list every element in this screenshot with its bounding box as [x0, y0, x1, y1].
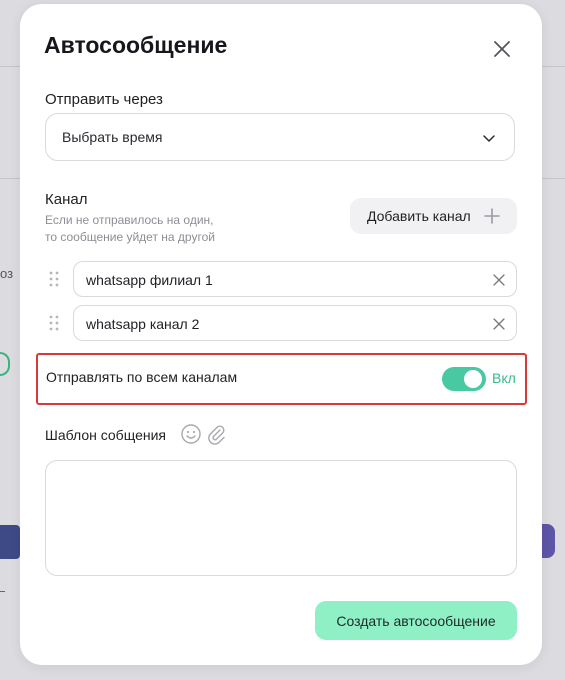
close-icon — [494, 41, 510, 57]
chevron-down-icon — [483, 135, 495, 142]
modal-title: Автосообщение — [44, 32, 228, 58]
remove-channel-icon[interactable] — [492, 273, 506, 287]
send-via-value: Выбрать время — [62, 129, 163, 145]
plus-icon — [484, 208, 500, 224]
send-via-label: Отправить через — [45, 91, 163, 108]
template-label: Шаблон собщения — [45, 427, 166, 443]
background-button — [0, 525, 20, 559]
background-dash — [0, 591, 5, 592]
send-all-channels-toggle[interactable] — [442, 367, 486, 391]
toggle-state-label: Вкл — [492, 370, 516, 386]
send-via-select[interactable]: Выбрать время — [45, 113, 515, 161]
channel-hint-line2: то сообщение уйдет на другой — [45, 230, 215, 244]
channel-field[interactable]: whatsapp канал 2 — [73, 305, 517, 341]
channel-label: Канал — [45, 191, 88, 208]
toggle-knob — [464, 370, 482, 388]
remove-channel-icon[interactable] — [492, 317, 506, 331]
channel-item: whatsapp канал 2 — [45, 305, 517, 341]
add-channel-button[interactable]: Добавить канал — [350, 198, 517, 234]
channel-name: whatsapp филиал 1 — [86, 272, 213, 288]
close-button[interactable] — [490, 37, 514, 61]
template-textarea[interactable] — [45, 460, 517, 576]
background-text-fragment: оз — [0, 266, 14, 281]
paperclip-icon[interactable] — [205, 423, 227, 445]
channel-field[interactable]: whatsapp филиал 1 — [73, 261, 517, 297]
send-all-channels-label: Отправлять по всем каналам — [46, 369, 238, 385]
send-all-channels-row: Отправлять по всем каналам Вкл — [36, 353, 527, 405]
channel-item: whatsapp филиал 1 — [45, 261, 517, 297]
drag-handle-icon[interactable] — [48, 271, 60, 287]
create-autosend-button[interactable]: Создать автосообщение — [315, 601, 517, 640]
drag-handle-icon[interactable] — [48, 315, 60, 331]
template-label-row: Шаблон собщения — [45, 423, 305, 447]
channel-hint-line1: Если не отправилось на один, — [45, 213, 214, 227]
add-channel-label: Добавить канал — [367, 208, 471, 224]
autosend-modal: Автосообщение Отправить через Выбрать вр… — [20, 4, 542, 665]
channel-name: whatsapp канал 2 — [86, 316, 200, 332]
emoji-icon[interactable] — [180, 423, 202, 445]
